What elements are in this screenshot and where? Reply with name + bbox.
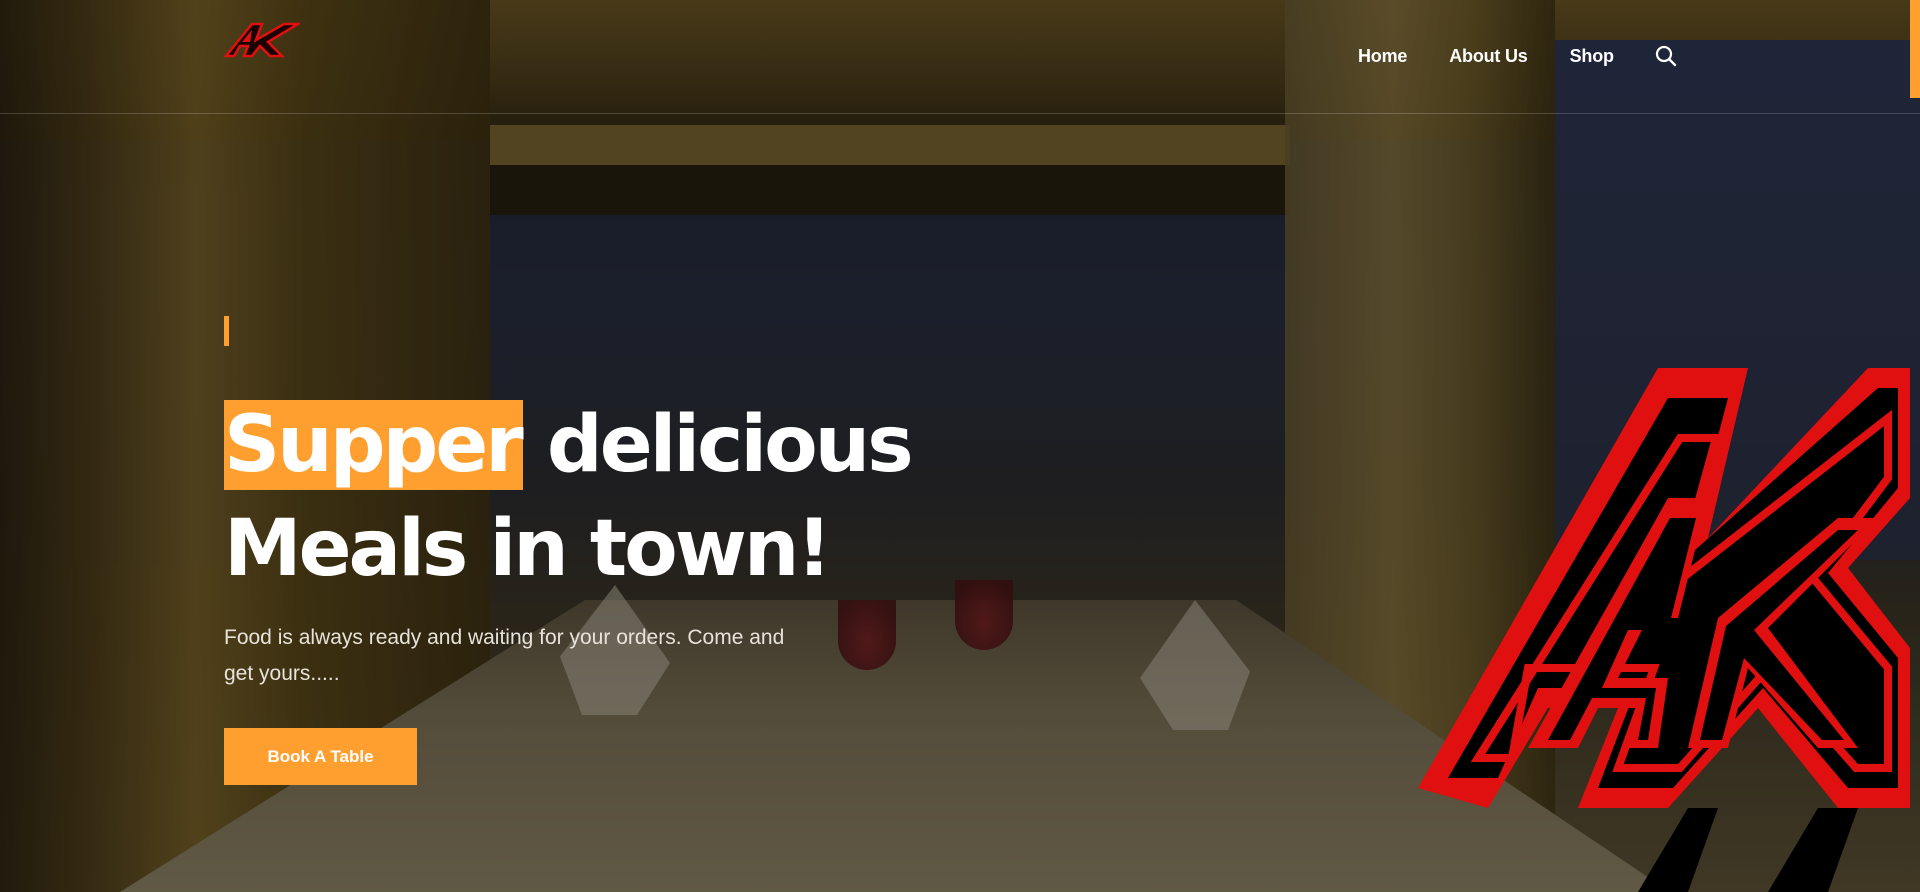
hero-description: Food is always ready and waiting for you… xyxy=(224,626,785,685)
hero-title-line2: Meals in town! xyxy=(224,504,832,594)
nav-shop[interactable]: Shop xyxy=(1570,46,1614,67)
main-nav: Home About Us Shop xyxy=(1358,42,1680,70)
search-icon[interactable] xyxy=(1652,42,1680,70)
ak-logo-icon xyxy=(223,22,303,58)
ak-logo-watermark xyxy=(1418,368,1910,892)
brand-logo[interactable] xyxy=(222,20,303,62)
nav-home[interactable]: Home xyxy=(1358,46,1407,67)
hero-title-line1-rest: delicious xyxy=(522,400,914,490)
hero-title: Supper delicious Meals in town! xyxy=(224,393,984,601)
nav-about-us[interactable]: About Us xyxy=(1449,46,1528,67)
site-header: Home About Us Shop xyxy=(0,0,1920,114)
accent-bar xyxy=(224,316,229,346)
book-a-table-button[interactable]: Book A Table xyxy=(224,728,417,785)
scroll-progress-indicator xyxy=(1910,0,1920,98)
hero-title-highlight: Supper xyxy=(224,400,524,490)
